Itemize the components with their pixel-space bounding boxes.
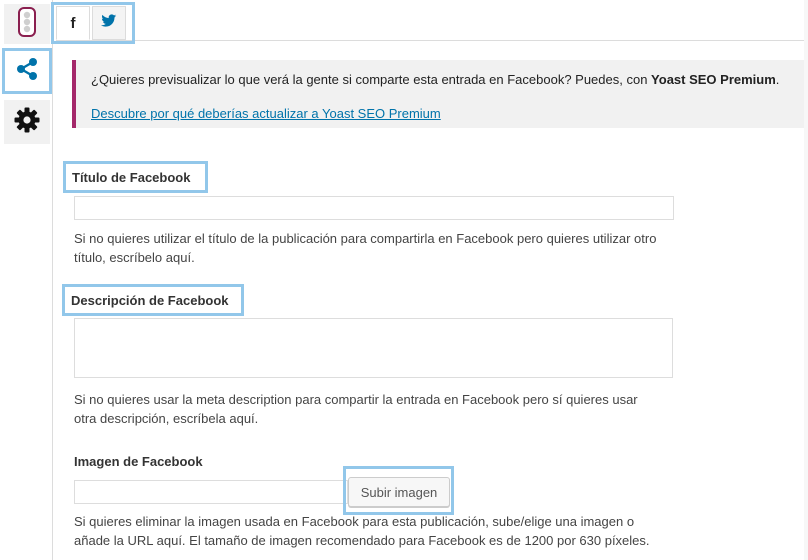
facebook-image-help: Si quieres eliminar la imagen usada en F… <box>74 514 650 548</box>
facebook-description-label: Descripción de Facebook <box>62 284 244 316</box>
upload-image-button[interactable]: Subir imagen <box>348 477 450 507</box>
facebook-description-help: Si no quieres usar la meta description p… <box>74 392 638 426</box>
facebook-icon: f <box>70 14 76 32</box>
facebook-description-textarea[interactable] <box>74 318 673 378</box>
sidebar-divider <box>52 0 53 560</box>
social-tab[interactable] <box>2 48 52 94</box>
upgrade-link[interactable]: Descubre por qué deberías actualizar a Y… <box>91 104 806 124</box>
notice-text: ¿Quieres previsualizar lo que verá la ge… <box>91 72 780 87</box>
facebook-title-input[interactable] <box>74 196 674 220</box>
metabox-sidebar <box>0 0 52 560</box>
scrollbar[interactable] <box>804 0 808 560</box>
twitter-tab[interactable] <box>92 6 126 40</box>
facebook-image-url-input[interactable] <box>74 480 348 504</box>
advanced-settings-tab[interactable] <box>4 100 50 144</box>
facebook-title-label: Título de Facebook <box>63 161 208 193</box>
facebook-title-help: Si no quieres utilizar el título de la p… <box>74 231 657 265</box>
social-network-tabs: f <box>56 6 808 41</box>
traffic-light-icon <box>17 6 37 42</box>
facebook-image-label: Imagen de Facebook <box>74 454 203 469</box>
facebook-tab[interactable]: f <box>56 6 90 40</box>
share-icon <box>14 56 40 87</box>
premium-notice: ¿Quieres previsualizar lo que verá la ge… <box>72 60 806 128</box>
twitter-icon <box>101 13 117 33</box>
gear-icon <box>13 106 41 139</box>
readability-tab[interactable] <box>4 4 50 44</box>
